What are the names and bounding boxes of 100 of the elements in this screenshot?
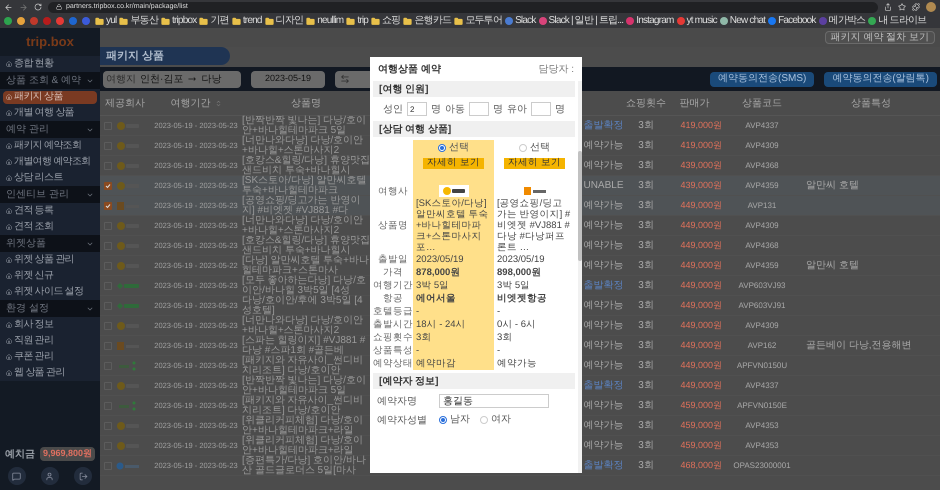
product-code-cell: AVP4309 [745,140,779,150]
balloon-logo-icon [116,260,140,270]
company-logo-icon [522,186,546,196]
bookmark-label: 쇼핑 [382,16,400,26]
date-field[interactable]: 2023-05-19 [251,70,325,88]
procedure-guide-button[interactable]: 패키지 예약 절차 보기 [824,31,935,44]
sidebar-section[interactable]: 인센티브 관리 [0,186,100,203]
item-label: 패키지 예약조회 [14,141,82,151]
status-cell: 예약가능 [584,240,624,250]
sidebar-section[interactable]: 환경 설정 [0,300,100,317]
option-value: 3박 5일 [416,280,450,291]
shopping-count-cell: 3회 [638,400,654,411]
name-input[interactable]: 홍길동 [439,394,549,408]
shopping-count-cell: 3회 [638,320,654,331]
sidebar-item[interactable]: 패키지 상품 [3,90,97,104]
item-label: 개별여행 예약조회 [14,157,90,167]
section-label: 상품 조회 & 예약 [6,76,82,86]
unit-label: 명 [555,102,565,116]
count-input[interactable] [531,102,551,116]
option-value: 3박 5일 [497,280,530,291]
profile-button[interactable] [40,467,59,485]
option-value: 0시 - 6시 [497,319,536,330]
scrollbar[interactable] [578,81,582,473]
status-cell: 출발확정 [584,280,624,290]
count-input[interactable] [469,102,489,116]
bookmark-item[interactable]: neullim [306,16,344,26]
product-name-cell: 다낭/호이안/후에 3박5일 [4성호텔] [242,294,363,316]
bookmark-item[interactable]: Instagram [626,16,674,26]
radio-button[interactable] [439,416,447,424]
sort-icon[interactable] [214,100,222,106]
bookmark-item[interactable]: Slack [505,16,536,26]
option-value: - [416,345,420,356]
back-icon[interactable] [4,2,13,12]
chat-button[interactable] [8,467,26,485]
status-cell: 예약가능 [584,220,624,230]
option-value: 3회 [416,332,432,343]
bookmark-item[interactable]: tripbox [161,16,196,26]
row-checkbox[interactable] [104,182,112,190]
bookmark-item[interactable]: yt music [676,16,717,26]
shopping-count-cell: 3회 [638,460,654,471]
bookmark-item[interactable]: 부동산 [119,16,158,26]
forward-icon[interactable] [19,2,28,12]
bookmark-label: yt music [686,16,717,26]
home-icon [6,61,12,67]
home-icon [6,175,12,181]
radio-label: 남자 [450,415,470,425]
bookmark-item[interactable]: 기편 [199,16,229,26]
row-checkbox[interactable] [104,202,112,210]
star-icon[interactable] [898,3,906,11]
shopping-count-cell: 3회 [638,340,654,351]
price-cell: 449,000원 [680,220,722,230]
status-cell: 예약가능 [584,160,624,170]
product-name-cell: [호캉스&힐링/다낭] 휴양맛집 샌드비치 투숙+바나힐시 [242,234,370,256]
bookmark-icon [505,17,514,25]
detail-button[interactable]: 자세히 보기 [423,158,484,168]
bookmark-item[interactable]: trip [346,16,368,26]
send-consent-button[interactable]: 예약동의전송(SMS) [710,72,814,86]
sidebar-section[interactable]: 상품 조회 & 예약 [0,72,100,89]
folder-icon [119,16,128,26]
bookmark-item[interactable]: 디자인 [264,16,304,26]
profile-avatar[interactable] [926,2,936,12]
item-label: 견적 등록 [14,206,54,216]
count-input[interactable]: 2 [407,102,427,116]
route-field[interactable]: 여행지 인천·김포 다낭 [103,70,241,88]
shopping-count-cell: 3회 [638,360,654,371]
status-cell: 예약가능 [584,340,624,350]
status-cell: 예약가능 [584,200,624,210]
option-value: 878,000원 [416,267,460,278]
sidebar-section[interactable]: 위젯상품 [0,235,100,252]
puzzle-icon[interactable] [912,3,920,11]
lock-icon [56,4,62,10]
item-label: 패키지 상품 [14,92,63,102]
field-label: 예약자성별 [377,414,428,428]
bookmark-item[interactable]: 모두투어 [454,16,502,26]
detail-button[interactable]: 자세히 보기 [504,158,565,168]
bookmark-item[interactable]: 내 드라이브 [868,16,926,26]
share-icon[interactable] [884,3,892,11]
item-label: 직원 관리 [14,336,54,346]
bookmark-item[interactable]: Facebook [768,16,816,26]
reload-icon[interactable] [34,3,42,11]
sidebar-section[interactable]: 예약 관리 [0,121,100,138]
column-header: 상품특성 [851,96,891,110]
bookmark-item[interactable]: 은행카드 [403,16,452,26]
item-label: 웹 상품 관리 [14,368,65,378]
status-cell: 예약가능 [584,420,624,430]
bookmark-item[interactable]: 메가박스 [818,16,866,26]
home-icon [6,257,12,263]
product-code-cell: AVP4337 [745,380,779,390]
radio-button[interactable] [438,144,446,152]
logout-button[interactable] [74,467,92,485]
home-icon [6,208,12,214]
bookmark-item[interactable]: trend [232,16,262,26]
bookmark-item[interactable]: New chat [720,16,766,26]
bookmark-item[interactable]: 쇼핑 [371,16,400,26]
send-consent-button[interactable]: 예약동의전송(알림톡) [824,72,937,86]
shopping-count-cell: 3회 [638,280,654,291]
destination-text: 다낭 [201,72,222,86]
bookmark-item[interactable]: yul [95,16,116,26]
product-code-cell: AVP131 [748,200,776,210]
column-header: 여행기간 [170,96,210,110]
